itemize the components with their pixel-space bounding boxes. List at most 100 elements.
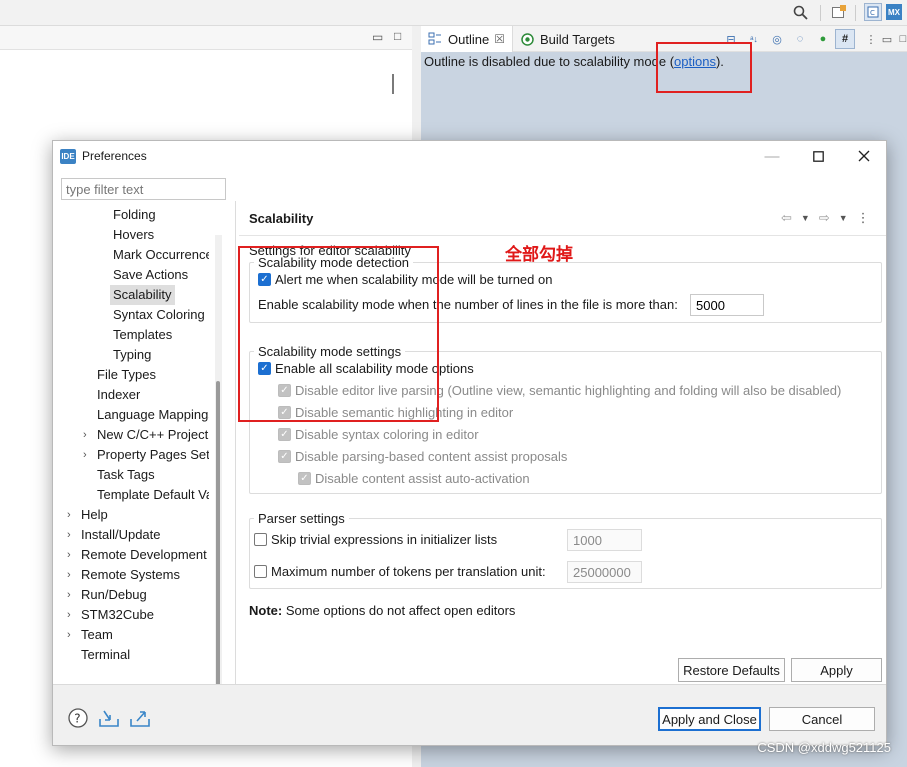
tree-item[interactable]: Mark Occurrences <box>113 245 209 265</box>
c-perspective-icon[interactable]: C <box>864 3 882 21</box>
tree-item[interactable]: Syntax Coloring <box>113 305 205 325</box>
minimize-icon[interactable]: ▭ <box>372 30 383 44</box>
toolbar-separator <box>855 5 856 21</box>
expand-chevron-icon[interactable]: › <box>67 605 71 625</box>
mx-perspective-icon[interactable]: MX <box>886 4 902 20</box>
max-tokens-checkbox[interactable] <box>254 565 267 578</box>
expand-chevron-icon[interactable]: › <box>83 445 87 465</box>
watermark: CSDN @xddwg521125 <box>757 740 891 755</box>
back-menu-icon[interactable]: ▼ <box>801 213 810 223</box>
tree-item[interactable]: Property Pages Settings <box>97 445 209 465</box>
tree-item[interactable]: Remote Systems <box>81 565 180 585</box>
tree-item[interactable]: New C/C++ Project Wizard <box>97 425 209 445</box>
tree-item[interactable]: Help <box>81 505 108 525</box>
help-icon[interactable]: ? <box>67 707 89 729</box>
option-label: Disable syntax coloring in editor <box>295 427 479 442</box>
tree-item[interactable]: Template Default Values <box>97 485 209 505</box>
tree-item[interactable]: Hovers <box>113 225 154 245</box>
restore-defaults-button[interactable]: Restore Defaults <box>678 658 785 682</box>
tree-item[interactable]: Language Mappings <box>97 405 209 425</box>
max-tokens-row[interactable]: Maximum number of tokens per translation… <box>254 564 546 579</box>
option-checkbox: ✓ <box>278 450 291 463</box>
forward-icon[interactable]: ⇨ <box>819 210 830 226</box>
svg-text:C: C <box>870 9 875 17</box>
editor-tabbar: ▭ □ <box>0 26 412 50</box>
search-icon[interactable] <box>792 4 808 20</box>
maximize-icon[interactable]: □ <box>394 29 401 43</box>
apply-and-close-button[interactable]: Apply and Close <box>658 707 761 731</box>
open-perspective-icon[interactable] <box>831 4 847 20</box>
option-row: ✓ Disable content assist auto-activation <box>298 471 530 486</box>
tree-item[interactable]: Scalability <box>110 285 175 305</box>
note-label: Note: <box>249 603 283 618</box>
tree-item[interactable]: Remote Development <box>81 545 207 565</box>
tab-build-targets[interactable]: Build Targets <box>513 26 623 52</box>
filter-input[interactable] <box>61 178 226 200</box>
expand-chevron-icon[interactable]: › <box>67 565 71 585</box>
tree-item[interactable]: Terminal <box>81 645 130 665</box>
annotation-text: 全部勾掉 <box>505 245 573 264</box>
import-icon[interactable] <box>98 707 120 729</box>
tab-outline[interactable]: Outline ☒ <box>421 26 513 52</box>
editor-scroll-thumb[interactable] <box>392 74 394 94</box>
tree-scrollbar-thumb[interactable] <box>216 381 220 697</box>
page-menu-icon[interactable]: ⋮ <box>857 210 870 226</box>
minimize-button[interactable]: — <box>749 141 795 171</box>
option-row: ✓ Disable parsing-based content assist p… <box>278 449 567 464</box>
dialog-titlebar[interactable]: IDE Preferences — <box>53 141 886 171</box>
page-title: Scalability <box>249 211 314 226</box>
maximize-icon[interactable]: □ <box>895 31 907 47</box>
scalability-highlight-box <box>238 246 439 422</box>
expand-chevron-icon[interactable]: › <box>67 525 71 545</box>
view-menu-icon[interactable]: ⋮ <box>863 31 879 47</box>
hide-fields-icon[interactable]: ◎ <box>769 31 785 47</box>
link-with-editor-icon[interactable]: # <box>835 29 855 49</box>
hide-static-icon[interactable]: ◌ <box>792 31 808 47</box>
export-icon[interactable] <box>129 707 151 729</box>
tree-item[interactable]: Save Actions <box>113 265 188 285</box>
tree-item[interactable]: File Types <box>97 365 156 385</box>
apply-button[interactable]: Apply <box>791 658 882 682</box>
skip-trivial-label: Skip trivial expressions in initializer … <box>271 532 498 547</box>
cancel-button[interactable]: Cancel <box>769 707 875 731</box>
tab-build-targets-label: Build Targets <box>540 31 615 47</box>
option-row: ✓ Disable syntax coloring in editor <box>278 427 479 442</box>
tree-item[interactable]: Indexer <box>97 385 140 405</box>
tree-item[interactable]: Install/Update <box>81 525 161 545</box>
tree-item[interactable]: Task Tags <box>97 465 155 485</box>
option-label: Disable content assist auto-activation <box>315 471 530 486</box>
minimize-icon[interactable]: ▭ <box>879 31 895 47</box>
note: Note: Some options do not affect open ed… <box>249 603 515 618</box>
toolbar-separator <box>820 5 821 21</box>
outline-message-prefix: Outline is disabled due to scalability m… <box>424 54 675 69</box>
tree-item[interactable]: STM32Cube <box>81 605 154 625</box>
green-dot-icon[interactable]: ● <box>815 31 831 47</box>
skip-trivial-checkbox[interactable] <box>254 533 267 546</box>
expand-chevron-icon[interactable]: › <box>67 585 71 605</box>
max-tokens-input <box>567 561 642 583</box>
preferences-dialog: IDE Preferences — FoldingHoversMark Occu… <box>52 140 887 746</box>
tree-item[interactable]: Folding <box>113 205 156 225</box>
back-icon[interactable]: ⇦ <box>781 210 792 226</box>
close-icon[interactable]: ☒ <box>494 32 505 46</box>
expand-chevron-icon[interactable]: › <box>67 545 71 565</box>
tree-item[interactable]: Typing <box>113 345 151 365</box>
maximize-button[interactable] <box>795 141 841 171</box>
expand-chevron-icon[interactable]: › <box>83 425 87 445</box>
page-header-separator <box>239 235 886 236</box>
tree-item[interactable]: Run/Debug <box>81 585 147 605</box>
skip-trivial-row[interactable]: Skip trivial expressions in initializer … <box>254 532 497 547</box>
svg-text:?: ? <box>74 712 80 726</box>
preferences-tree: Folding Hovers Mark Occurrences Save Action… <box>53 203 229 683</box>
expand-chevron-icon[interactable]: › <box>67 505 71 525</box>
forward-menu-icon[interactable]: ▼ <box>839 213 848 223</box>
ide-logo-icon: IDE <box>60 148 76 164</box>
option-checkbox: ✓ <box>278 428 291 441</box>
lines-threshold-input[interactable] <box>690 294 764 316</box>
expand-chevron-icon[interactable]: › <box>67 625 71 645</box>
pane-splitter[interactable] <box>235 201 236 714</box>
close-button[interactable] <box>841 141 887 171</box>
dialog-footer <box>53 684 886 745</box>
tree-item[interactable]: Team <box>81 625 113 645</box>
tree-item[interactable]: Templates <box>113 325 172 345</box>
